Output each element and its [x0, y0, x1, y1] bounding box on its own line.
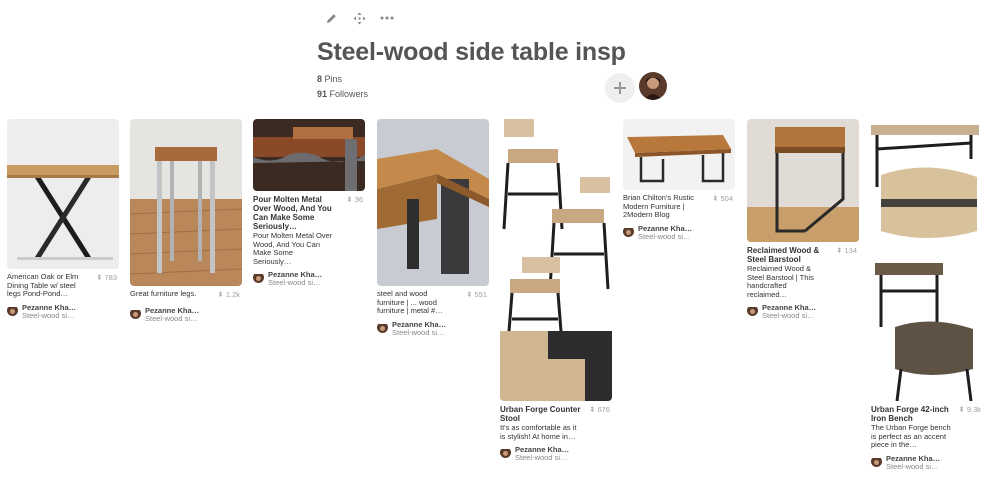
pin-attribution[interactable]: Pezanne Kha… Steel-wood si…	[500, 446, 612, 462]
pin-title: Reclaimed Wood & Steel Barstool	[747, 246, 820, 264]
pin-description: steel and wood furniture | ... wood furn…	[377, 289, 443, 316]
pin-card: Great furniture legs. ⇞ 1.2k Pezanne Kha…	[130, 119, 242, 323]
pin-card: Pour Molten Metal Over Wood, And You Can…	[253, 119, 365, 287]
pin-attribution[interactable]: Pezanne Kha… Steel-wood si…	[377, 320, 489, 337]
pin-title: Pour Molten Metal Over Wood, And You Can…	[253, 195, 332, 231]
pin-description: It's as comfortable as it is stylish! At…	[500, 423, 577, 441]
pin-attribution[interactable]: Pezanne Kha… Steel-wood si…	[623, 224, 735, 241]
repin-count-value: 504	[720, 194, 733, 203]
plus-icon	[614, 82, 626, 94]
avatar	[623, 226, 634, 237]
avatar	[253, 272, 264, 284]
board-title: Steel-wood side table insp	[317, 38, 626, 66]
followers-count: 91	[317, 89, 328, 99]
repin-count[interactable]: ⇞ 551	[466, 290, 487, 299]
owner-avatar[interactable]	[639, 72, 667, 100]
repin-count-value: 134	[844, 246, 857, 255]
board-name: Steel-wood si…	[515, 453, 568, 463]
pin-description-row: American Oak or Elm Dining Table w/ stee…	[7, 272, 119, 299]
pin-card: American Oak or Elm Dining Table w/ stee…	[7, 119, 119, 320]
more-icon[interactable]	[378, 9, 396, 27]
repin-count-value: 9.3k	[966, 405, 981, 414]
pin-card: Urban Forge 42-inch Iron Bench The Urban…	[871, 119, 983, 471]
avatar	[500, 447, 511, 459]
repin-count[interactable]: ⇞ 783	[96, 273, 117, 282]
repin-count-value: 1.2k	[225, 290, 240, 299]
pin-attribution[interactable]: Pezanne Kha… Steel-wood si…	[253, 271, 365, 287]
repin-count-value: 783	[104, 273, 117, 282]
pin-image[interactable]	[623, 119, 735, 190]
repin-count[interactable]: ⇞ 676	[589, 405, 610, 414]
board-name: Steel-wood si…	[638, 231, 691, 241]
pin-description: The Urban Forge bench is perfect as an a…	[871, 423, 951, 450]
board-name: Steel-wood si…	[392, 327, 445, 337]
followers-label: Followers	[329, 89, 369, 99]
pin-attribution[interactable]: Pezanne Kha… Steel-wood si…	[130, 307, 242, 323]
pin-description-row: steel and wood furniture | ... wood furn…	[377, 289, 489, 316]
pin-attribution[interactable]: Pezanne Kha… Steel-wood si…	[747, 304, 859, 320]
pin-attribution[interactable]: Pezanne Kha… Steel-wood si…	[871, 454, 983, 471]
pin-description-row: Brian Chilton's Rustic Modern Furniture …	[623, 193, 735, 220]
pin-description-row: Pour Molten Metal Over Wood, And You Can…	[253, 195, 365, 266]
pin-card: Reclaimed Wood & Steel Barstool Reclaime…	[747, 119, 859, 320]
pin-description-row: Reclaimed Wood & Steel Barstool Reclaime…	[747, 246, 859, 299]
repin-count-value: 676	[597, 405, 610, 414]
pin-card: steel and wood furniture | ... wood furn…	[377, 119, 489, 337]
repin-count[interactable]: ⇞ 134	[836, 246, 857, 255]
board-stats: 8 Pins 91 Followers	[317, 72, 368, 102]
avatar	[747, 305, 758, 317]
repin-count[interactable]: ⇞ 504	[712, 194, 733, 203]
board-name: Steel-wood si…	[22, 310, 75, 320]
avatar	[377, 322, 388, 333]
pin-description: Great furniture legs.	[130, 289, 197, 298]
board-name: Steel-wood si…	[886, 461, 939, 471]
pin-image[interactable]	[130, 119, 242, 286]
pin-description: American Oak or Elm Dining Table w/ stee…	[7, 272, 79, 299]
repin-count-value: 551	[474, 290, 487, 299]
add-collaborator-button[interactable]	[605, 73, 635, 103]
followers-count-link[interactable]: 91 Followers	[317, 87, 368, 102]
repin-count[interactable]: ⇞ 9.3k	[958, 405, 981, 414]
pin-title: Urban Forge 42-inch Iron Bench	[871, 405, 949, 423]
pin-card: Brian Chilton's Rustic Modern Furniture …	[623, 119, 735, 241]
pin-description: Brian Chilton's Rustic Modern Furniture …	[623, 193, 695, 220]
pin-description: Reclaimed Wood & Steel Barstool | This h…	[747, 264, 814, 299]
pin-image[interactable]	[253, 119, 365, 191]
pin-description: Pour Molten Metal Over Wood, And You Can…	[253, 231, 333, 266]
pins-count: 8	[317, 74, 323, 84]
board-toolbar	[322, 9, 396, 27]
pin-description-row: Urban Forge 42-inch Iron Bench The Urban…	[871, 405, 983, 450]
pin-attribution[interactable]: Pezanne Kha… Steel-wood si…	[7, 303, 119, 320]
repin-count[interactable]: ⇞ 36	[346, 195, 363, 204]
pin-image[interactable]	[7, 119, 119, 269]
pin-image[interactable]	[747, 119, 859, 242]
board-name: Steel-wood si…	[145, 314, 198, 323]
board-name: Steel-wood si…	[268, 278, 321, 288]
pin-image[interactable]	[500, 119, 612, 401]
board-name: Steel-wood si…	[762, 311, 815, 321]
pin-description-row: Urban Forge Counter Stool It's as comfor…	[500, 405, 612, 441]
avatar	[7, 305, 18, 316]
pins-count-link[interactable]: 8 Pins	[317, 72, 368, 87]
avatar	[130, 308, 141, 319]
pin-description-row: Great furniture legs. ⇞ 1.2k	[130, 289, 242, 302]
repin-count-value: 36	[354, 195, 363, 204]
pin-title: Urban Forge Counter Stool	[500, 405, 581, 423]
pin-image[interactable]	[377, 119, 489, 286]
pin-card: Urban Forge Counter Stool It's as comfor…	[500, 119, 612, 462]
avatar	[871, 456, 882, 467]
pencil-icon[interactable]	[322, 9, 340, 27]
pin-image[interactable]	[871, 119, 983, 401]
move-icon[interactable]	[350, 9, 368, 27]
repin-count[interactable]: ⇞ 1.2k	[217, 290, 240, 299]
pins-label: Pins	[324, 74, 343, 84]
